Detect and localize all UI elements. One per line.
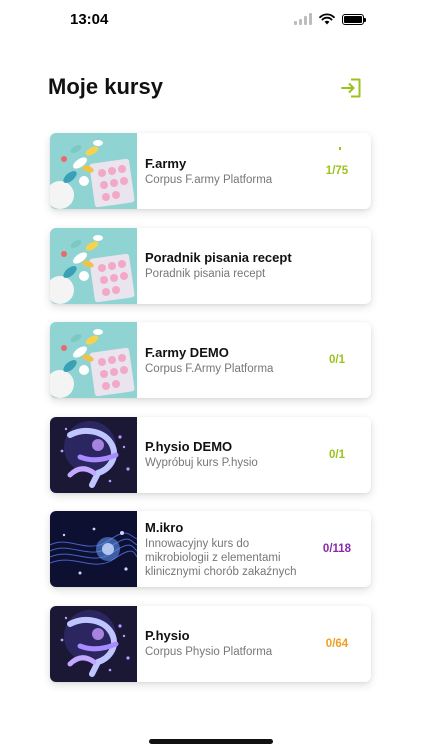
course-text: Poradnik pisania recept Poradnik pisania … — [137, 228, 307, 304]
course-thumbnail — [50, 605, 137, 682]
progress-tick — [339, 147, 341, 150]
course-subtitle: Corpus Physio Platforma — [145, 646, 273, 658]
progress-count: 0/118 — [322, 543, 352, 555]
course-subtitle: Corpus F.army Platforma — [145, 173, 273, 186]
course-card-physio-demo[interactable]: P.hysio DEMO Wypróbuj kurs P.hysio 0/1 — [50, 416, 371, 493]
course-progress: 0/1 — [307, 322, 371, 398]
course-title: M.ikro — [145, 519, 184, 535]
course-thumbnail — [50, 133, 137, 209]
course-progress: 0/118 — [307, 511, 371, 587]
course-title: P.hysio — [145, 628, 190, 643]
course-text: F.army DEMO Corpus F.Army Platforma — [137, 322, 307, 398]
course-thumbnail — [50, 322, 137, 398]
course-subtitle: Innowacyjny kurs do mikrobiologii z elem… — [145, 537, 297, 578]
wifi-icon — [319, 13, 335, 25]
course-title: F.army — [145, 155, 187, 171]
course-progress: 1/75 — [307, 133, 371, 209]
course-title: P.hysio DEMO — [145, 439, 233, 454]
course-text: P.hysio DEMO Wypróbuj kurs P.hysio — [137, 417, 307, 493]
course-card-physio[interactable]: P.hysio Corpus Physio Platforma 0/64 — [50, 605, 371, 682]
progress-count: 0/64 — [325, 637, 349, 650]
course-text: P.hysio Corpus Physio Platforma — [137, 606, 307, 682]
battery-icon — [342, 13, 366, 25]
home-indicator[interactable] — [149, 739, 273, 744]
course-text: F.army Corpus F.army Platforma — [137, 133, 307, 209]
course-card-farmy[interactable]: F.army Corpus F.army Platforma 1/75 — [50, 133, 371, 209]
course-title: Poradnik pisania recept — [145, 250, 292, 265]
progress-count: 0/1 — [329, 448, 345, 461]
course-subtitle: Poradnik pisania recept — [145, 268, 266, 280]
course-progress: 0/1 — [307, 417, 371, 493]
cellular-signal-icon — [294, 13, 312, 25]
logout-icon — [341, 78, 361, 98]
logout-button[interactable] — [339, 76, 363, 100]
course-title: F.army DEMO — [145, 344, 229, 360]
course-progress: 0/64 — [307, 606, 371, 682]
status-bar: 13:04 — [0, 0, 422, 44]
status-time: 13:04 — [70, 11, 109, 28]
course-card-poradnik[interactable]: Poradnik pisania recept Poradnik pisania … — [50, 227, 371, 304]
course-thumbnail — [50, 416, 137, 493]
progress-count: 1/75 — [325, 165, 349, 177]
course-text: M.ikro Innowacyjny kurs do mikrobiologii … — [137, 511, 307, 587]
status-icons — [294, 13, 366, 25]
course-list: F.army Corpus F.army Platforma 1/75 Poradn… — [50, 133, 371, 700]
progress-count: 0/1 — [329, 354, 345, 366]
course-card-mikro[interactable]: M.ikro Innowacyjny kurs do mikrobiologii … — [50, 511, 371, 587]
course-subtitle: Wypróbuj kurs P.hysio — [145, 457, 258, 469]
course-thumbnail — [50, 511, 137, 587]
course-progress — [307, 228, 371, 304]
course-subtitle: Corpus F.Army Platforma — [145, 362, 274, 375]
course-thumbnail — [50, 227, 137, 304]
page-title: Moje kursy — [48, 74, 163, 99]
course-card-farmy-demo[interactable]: F.army DEMO Corpus F.Army Platforma 0/1 — [50, 322, 371, 398]
